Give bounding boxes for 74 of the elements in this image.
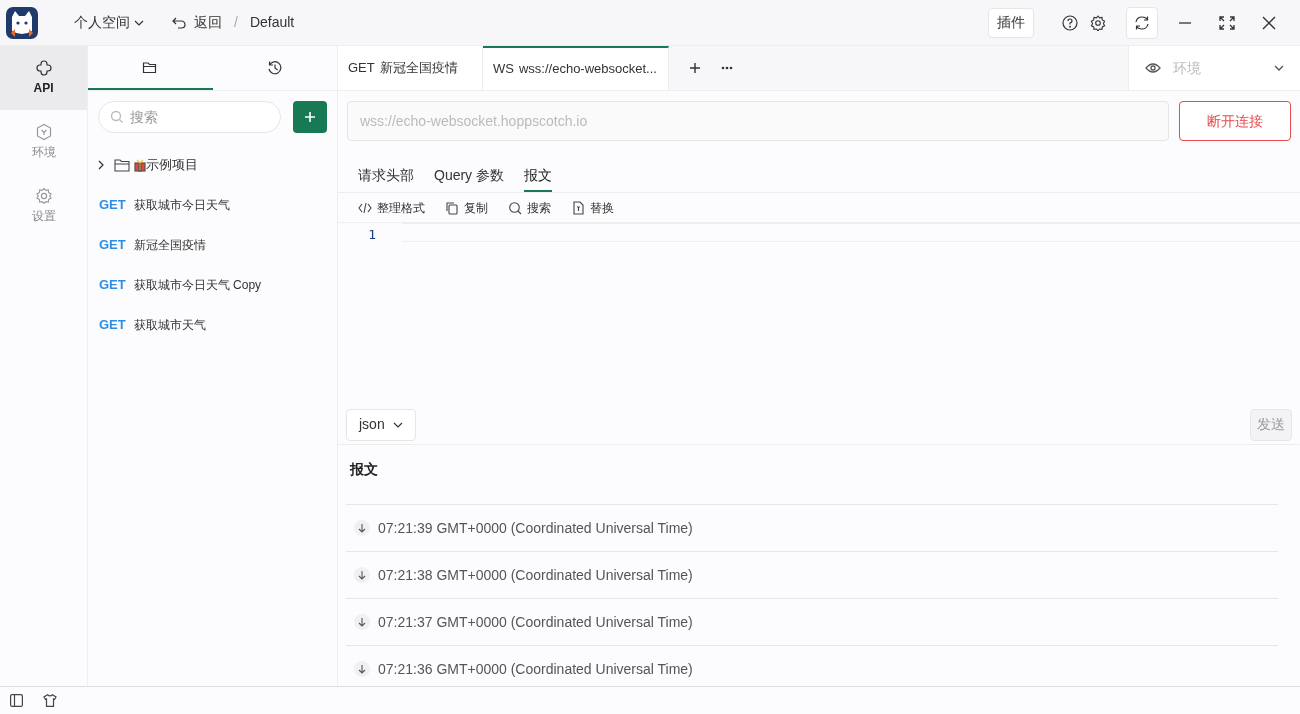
toolbar-button[interactable]: 整理格式: [358, 198, 425, 217]
method-label: GET: [99, 236, 126, 255]
toolbar-button[interactable]: 复制: [445, 198, 488, 217]
toolbar-button[interactable]: 替换: [571, 198, 614, 217]
folder-icon: [114, 158, 130, 172]
search-icon: [110, 110, 124, 124]
search-icon: [508, 200, 522, 215]
disconnect-button[interactable]: 断开连接: [1179, 101, 1291, 141]
shirt-icon[interactable]: [43, 694, 57, 707]
arrow-down-icon: [354, 567, 370, 583]
help-icon[interactable]: [1062, 14, 1078, 31]
search-field[interactable]: 搜索: [98, 101, 281, 133]
message-time: 07:21:37 GMT+0000 (Coordinated Universal Time): [378, 612, 693, 632]
plugin-button[interactable]: 插件: [988, 7, 1034, 38]
sidebar-toggle-icon[interactable]: [10, 694, 23, 707]
request-item[interactable]: GET 新冠全国疫情: [88, 225, 337, 265]
arrow-down-icon: [354, 661, 370, 677]
section-title: 报文: [348, 460, 379, 479]
request-tab[interactable]: WS wss://echo-websocket...: [483, 46, 669, 90]
more-icon[interactable]: [721, 66, 733, 70]
gift-icon: [134, 158, 146, 172]
environment-placeholder: 环境: [1173, 58, 1202, 78]
method-label: GET: [99, 196, 126, 215]
request-name: 获取城市今日天气 Copy: [133, 277, 262, 294]
copy-icon: [445, 200, 459, 215]
method-label: GET: [99, 276, 126, 295]
arrow-down-icon: [354, 614, 370, 630]
chevron-down-icon: [1274, 65, 1284, 71]
project-name[interactable]: Default: [249, 12, 295, 33]
refresh-icon: [1134, 14, 1150, 31]
chevron-down-icon: [134, 19, 144, 26]
add-button[interactable]: [293, 101, 327, 133]
undo-icon: [172, 16, 186, 29]
history-icon: [266, 59, 283, 75]
request-tab[interactable]: GET 新冠全国疫情: [338, 46, 483, 90]
breadcrumb-separator: /: [234, 13, 238, 32]
line-number: 1: [368, 226, 376, 244]
plus-icon: [304, 111, 316, 123]
chevron-down-icon: [392, 421, 403, 428]
back-button[interactable]: 返回: [172, 12, 222, 33]
code-icon: [358, 200, 372, 215]
settings-icon[interactable]: [1090, 14, 1106, 31]
body-tab[interactable]: 请求头部: [358, 150, 414, 192]
cat-logo-icon: [6, 6, 38, 39]
folder-item[interactable]: 示例项目: [88, 145, 337, 185]
message-time: 07:21:39 GMT+0000 (Coordinated Universal Time): [378, 518, 693, 538]
folder-icon: [142, 59, 159, 75]
plus-icon[interactable]: [689, 62, 701, 74]
hexagon-icon: [34, 123, 53, 141]
message-time: 07:21:36 GMT+0000 (Coordinated Universal Time): [378, 659, 693, 679]
toolbar-button[interactable]: 搜索: [508, 198, 551, 217]
format-select[interactable]: json: [346, 408, 416, 441]
api-icon: [34, 59, 53, 77]
nav-item[interactable]: API: [0, 46, 87, 110]
request-name: 新冠全国疫情: [133, 237, 206, 254]
request-item[interactable]: GET 获取城市今日天气: [88, 185, 337, 225]
body-tab[interactable]: 报文: [524, 150, 552, 192]
request-name: 获取城市今日天气: [133, 197, 230, 214]
workspace-dropdown[interactable]: 个人空间: [74, 12, 144, 33]
request-name: 获取城市天气: [133, 317, 206, 334]
nav-item[interactable]: 设置: [0, 174, 87, 238]
body-tab[interactable]: Query 参数: [434, 150, 504, 192]
method-label: GET: [99, 316, 126, 335]
eye-icon: [1145, 62, 1161, 74]
request-item[interactable]: GET 获取城市今日天气 Copy: [88, 265, 337, 305]
refresh-button[interactable]: [1126, 6, 1158, 39]
arrow-down-icon: [354, 520, 370, 536]
request-item[interactable]: GET 获取城市天气: [88, 305, 337, 345]
file-icon: [571, 200, 585, 215]
chevron-right-icon: [96, 160, 106, 170]
folder-name: 示例项目: [146, 156, 198, 175]
nav-item[interactable]: 环境: [0, 110, 87, 174]
settings-icon: [34, 187, 53, 205]
message-time: 07:21:38 GMT+0000 (Coordinated Universal Time): [378, 565, 693, 585]
